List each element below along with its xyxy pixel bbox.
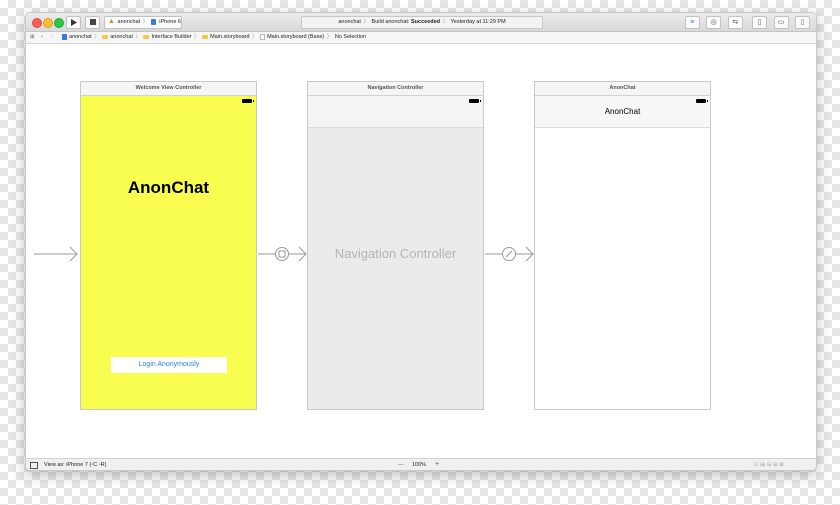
bottom-panel-icon: ▭ [777, 19, 785, 26]
forward-arrow-icon[interactable]: › [51, 32, 53, 43]
chevron-right-icon: 〉 [194, 34, 200, 40]
scheme-selector[interactable]: ▲ anonchat 〉 iPhone 6 [104, 16, 182, 29]
zoom-out-button[interactable]: — [398, 459, 404, 470]
chevron-right-icon: 〉 [326, 34, 333, 40]
update-frames-icon[interactable]: ⊡ [754, 462, 759, 468]
left-panel-icon: ▯ [757, 19, 762, 26]
jump-bar: ⊞ ‹ › anonchat 〉 anonchat 〉 Interface Bu… [26, 32, 816, 44]
navigation-controller-scene[interactable]: Navigation Controller Navigation Control… [307, 81, 484, 410]
welcome-view-controller-scene[interactable]: Welcome View Controller AnonChat Login A… [80, 81, 257, 410]
editor-view-buttons: ≡ ◎ ⇆ ▯ ▭ ▯ [683, 16, 810, 29]
segue-navigation-to-chat[interactable] [485, 246, 534, 262]
app-target-icon: ▲ [108, 18, 115, 25]
storyboard-icon [260, 33, 266, 40]
project-icon [62, 33, 67, 40]
zoom-level[interactable]: 100% [412, 459, 426, 470]
breadcrumb-label: Interface Builder [151, 34, 192, 40]
close-window-button[interactable] [32, 18, 42, 28]
play-icon [70, 19, 77, 26]
device-icon [150, 19, 156, 25]
chevron-right-icon: 〉 [363, 19, 370, 25]
align-icon[interactable]: ⊟ [767, 462, 772, 468]
scene-title[interactable]: AnonChat [535, 82, 710, 96]
chevron-right-icon: 〉 [94, 34, 100, 40]
scene-title[interactable]: Navigation Controller [308, 82, 483, 96]
status-project: anonchat [338, 19, 361, 25]
back-arrow-icon[interactable]: ‹ [41, 32, 43, 43]
toolbar: ▲ anonchat 〉 iPhone 6 anonchat 〉 Build a… [26, 13, 816, 32]
stop-button[interactable] [85, 16, 100, 29]
navigator-toggle-button[interactable]: ▯ [752, 16, 768, 29]
resolve-issues-icon[interactable]: ⊠ [779, 462, 784, 468]
lines-icon: ≡ [690, 19, 695, 26]
segue-welcome-to-navigation[interactable] [258, 246, 307, 262]
breadcrumb: anonchat 〉 anonchat 〉 Interface Builder … [62, 32, 366, 43]
initial-entry-arrow [34, 246, 78, 262]
status-build-result: Succeeded [411, 19, 441, 25]
device-name: iPhone 6 [159, 19, 181, 25]
document-outline-toggle-icon[interactable] [30, 462, 38, 469]
pin-icon[interactable]: ⊞ [773, 462, 778, 468]
scene-title[interactable]: Welcome View Controller [81, 82, 256, 96]
xcode-window: ▲ anonchat 〉 iPhone 6 anonchat 〉 Build a… [25, 12, 817, 471]
status-build-label: Build anonchat: [371, 19, 410, 25]
chevron-right-icon: 〉 [252, 34, 258, 40]
stop-icon [89, 19, 96, 25]
battery-icon [469, 99, 481, 103]
arrows-icon: ⇆ [732, 19, 739, 26]
folder-icon [202, 34, 209, 39]
breadcrumb-item-project[interactable]: anonchat [62, 33, 92, 40]
storyboard-canvas[interactable]: Welcome View Controller AnonChat Login A… [26, 44, 816, 458]
breadcrumb-label: Main.storyboard (Base) [267, 34, 325, 40]
navigation-bar[interactable]: AnonChat [535, 96, 710, 128]
folder-icon [102, 34, 109, 39]
activity-status: anonchat 〉 Build anonchat: Succeeded 〉 Y… [301, 16, 543, 29]
layout-tools: ⊡ ▤ ⊟ ⊞ ⊠ [754, 459, 784, 470]
scheme-name: anonchat [117, 19, 141, 25]
battery-icon [242, 99, 254, 103]
app-title-label[interactable]: AnonChat [81, 178, 256, 198]
folder-icon [143, 34, 150, 39]
chevron-right-icon: 〉 [135, 34, 141, 40]
battery-icon [696, 99, 708, 103]
assistant-editor-button[interactable]: ◎ [706, 16, 722, 29]
navigation-title[interactable]: AnonChat [535, 107, 710, 116]
zoom-window-button[interactable] [54, 18, 64, 28]
bottom-bar: View as: iPhone 7 (◦C ◦R) — 100% + ⊡ ▤ ⊟… [26, 458, 816, 470]
venn-icon: ◎ [710, 19, 717, 26]
breadcrumb-item-folder[interactable]: Main.storyboard [202, 34, 250, 40]
run-button[interactable] [66, 16, 81, 29]
breadcrumb-label: Main.storyboard [210, 34, 250, 40]
breadcrumb-item-selection[interactable]: No Selection [335, 34, 366, 40]
login-anonymously-button[interactable]: Login Anonymously [111, 357, 227, 373]
navigation-controller-placeholder: Navigation Controller [334, 246, 457, 261]
breadcrumb-item-folder[interactable]: anonchat [102, 34, 133, 40]
anonchat-scene[interactable]: AnonChat AnonChat [534, 81, 711, 410]
breadcrumb-label: anonchat [69, 34, 92, 40]
breadcrumb-item-folder[interactable]: Interface Builder [143, 34, 192, 40]
debug-area-toggle-button[interactable]: ▭ [773, 16, 789, 29]
zoom-in-button[interactable]: + [435, 459, 439, 470]
version-editor-button[interactable]: ⇆ [727, 16, 743, 29]
utilities-toggle-button[interactable]: ▯ [795, 16, 810, 29]
breadcrumb-label: anonchat [110, 34, 133, 40]
navigation-bar[interactable] [308, 96, 483, 128]
status-timestamp: Yesterday at 11:29 PM [450, 19, 506, 25]
minimize-window-button[interactable] [43, 18, 53, 28]
chevron-right-icon: 〉 [442, 19, 449, 25]
related-items-icon[interactable]: ⊞ [30, 32, 35, 43]
right-panel-icon: ▯ [800, 19, 805, 26]
breadcrumb-item-storyboard[interactable]: Main.storyboard (Base) [260, 33, 325, 40]
view-as-device-label[interactable]: View as: iPhone 7 (◦C ◦R) [44, 459, 107, 470]
standard-editor-button[interactable]: ≡ [684, 16, 700, 29]
stack-icon[interactable]: ▤ [760, 462, 765, 468]
navigation-controller-view[interactable]: Navigation Controller [308, 96, 483, 409]
welcome-view[interactable]: AnonChat Login Anonymously [81, 96, 256, 409]
chevron-right-icon: 〉 [142, 19, 149, 25]
